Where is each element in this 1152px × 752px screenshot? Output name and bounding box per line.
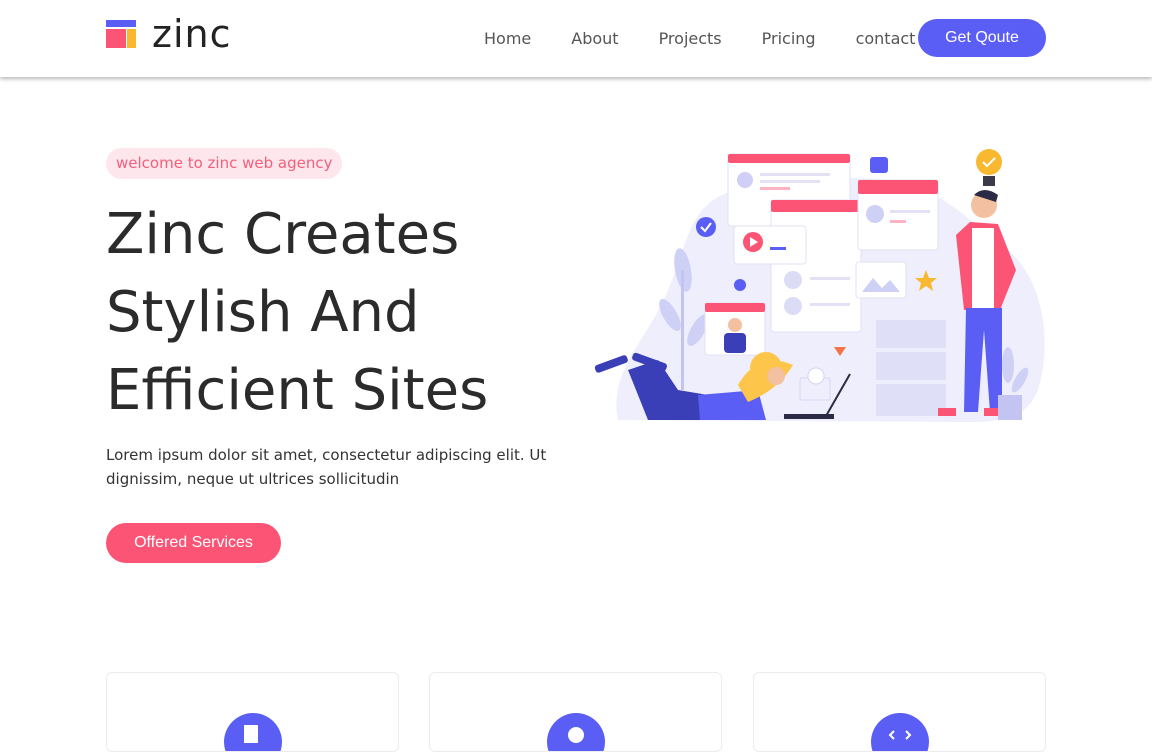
code-tag-icon	[870, 157, 888, 173]
brand-logo[interactable]: zinc	[106, 12, 232, 56]
nav-link-home[interactable]: Home	[484, 28, 531, 50]
logo-bar-left	[106, 29, 126, 48]
browser-window-middle	[770, 199, 862, 333]
browser-window-right	[857, 179, 939, 251]
nav-link-about[interactable]: About	[571, 28, 618, 50]
image-window	[855, 261, 907, 299]
hero-title: Zinc Creates Stylish And Efficient Sites	[106, 196, 576, 430]
hero-title-line: Zinc Creates	[106, 202, 460, 267]
nav-link-pricing[interactable]: Pricing	[762, 28, 816, 50]
document-icon	[223, 713, 282, 751]
service-card[interactable]	[106, 672, 399, 752]
check-badge-icon	[696, 217, 716, 237]
code-icon	[870, 713, 929, 751]
gear-icon	[734, 279, 746, 291]
hero-title-line: Stylish And	[106, 280, 420, 345]
hero-tagline-badge: welcome to zinc web agency	[106, 148, 343, 179]
lightbulb-icon	[976, 149, 1002, 175]
hero-illustration	[594, 149, 1045, 422]
profile-window	[704, 302, 766, 356]
offered-services-button[interactable]: Offered Services	[106, 523, 281, 563]
nav-link-contact[interactable]: contact	[856, 28, 916, 50]
service-card[interactable]	[753, 672, 1046, 752]
hero-title-line: Efficient Sites	[106, 358, 489, 423]
logo-bar-top	[106, 20, 136, 27]
video-window	[733, 225, 807, 265]
hero-description: Lorem ipsum dolor sit amet, consectetur …	[106, 446, 547, 488]
logo-bar-right	[127, 29, 136, 48]
chat-icon	[546, 713, 605, 751]
drawer-cabinet	[876, 320, 946, 416]
brand-name: zinc	[152, 12, 232, 56]
main-nav: Home About Projects Pricing contact	[484, 28, 915, 50]
service-card[interactable]	[429, 672, 722, 752]
logo-mark-icon	[106, 20, 136, 48]
nav-link-projects[interactable]: Projects	[659, 28, 722, 50]
get-quote-button[interactable]: Get Qoute	[918, 19, 1046, 57]
site-header: zinc Home About Projects Pricing contact…	[0, 0, 1152, 77]
